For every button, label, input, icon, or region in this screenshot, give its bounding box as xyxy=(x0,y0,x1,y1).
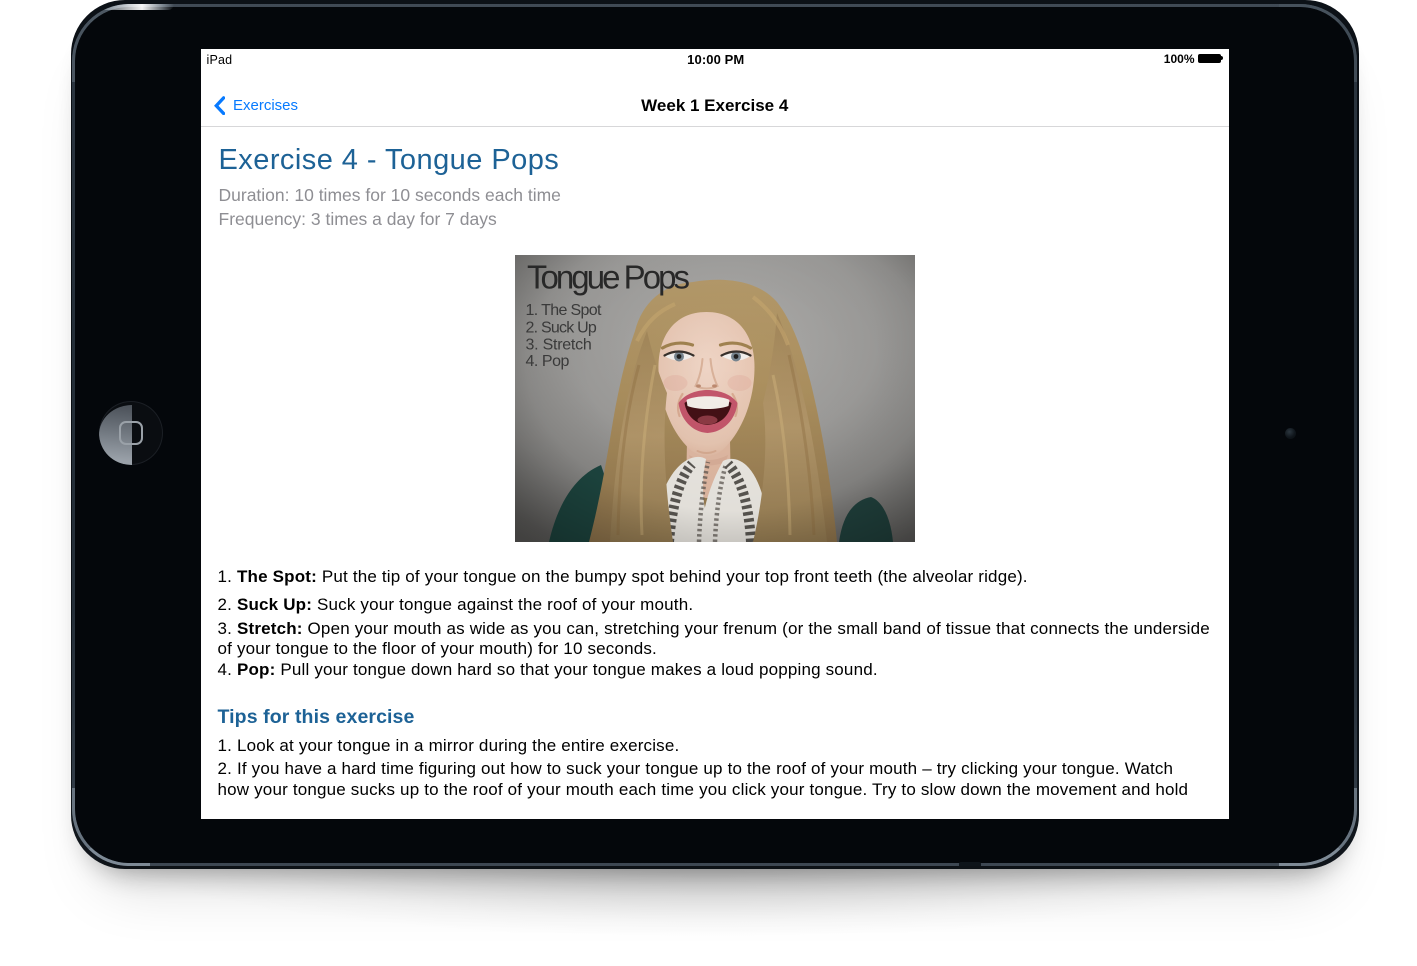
svg-text:3. Stretch: 3. Stretch xyxy=(525,337,591,354)
svg-text:1. The Spot: 1. The Spot xyxy=(525,302,602,319)
svg-text:Tongue Pops: Tongue Pops xyxy=(527,259,690,296)
svg-text:4. Pop: 4. Pop xyxy=(525,353,569,370)
svg-text:2. Suck Up: 2. Suck Up xyxy=(525,319,596,336)
